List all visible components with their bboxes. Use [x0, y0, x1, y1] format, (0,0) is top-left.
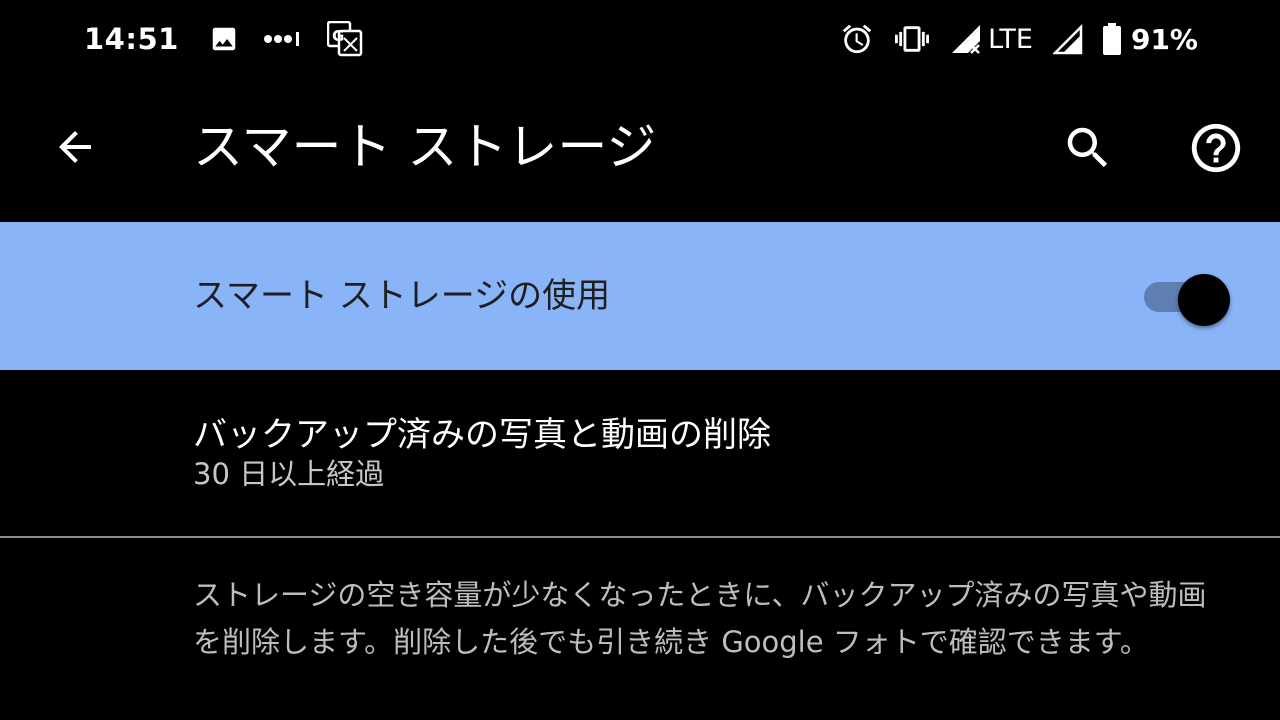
switch-thumb	[1178, 274, 1230, 326]
toggle-label: スマート ストレージの使用	[193, 276, 611, 316]
signal-no-data-icon	[950, 23, 984, 55]
search-icon	[1061, 121, 1115, 179]
status-bar: 14:51 G LTE 91%	[0, 0, 1280, 78]
status-left: 14:51 G	[84, 21, 387, 57]
page-title: スマート ストレージ	[193, 118, 657, 176]
app-bar: スマート ストレージ	[0, 78, 1280, 220]
battery-percent: 91%	[1130, 22, 1198, 56]
back-button[interactable]	[46, 120, 104, 178]
smart-storage-switch[interactable]	[1144, 274, 1232, 326]
smart-storage-screen: 14:51 G LTE 91% スマート ストレージ スマート ストレージの使用…	[0, 0, 1280, 720]
divider	[0, 536, 1280, 538]
more-dots-icon	[263, 24, 303, 54]
image-icon	[209, 24, 239, 54]
help-icon	[1187, 119, 1245, 181]
delete-backed-up-setting[interactable]: バックアップ済みの写真と動画の削除 30 日以上経過	[0, 372, 1280, 536]
help-button[interactable]	[1186, 120, 1246, 180]
signal-icon	[1052, 23, 1083, 55]
status-right: LTE 91%	[840, 22, 1198, 56]
network-type: LTE	[988, 23, 1033, 55]
smart-storage-toggle-row[interactable]: スマート ストレージの使用	[0, 222, 1280, 370]
setting-title: バックアップ済みの写真と動画の削除	[193, 415, 771, 455]
search-button[interactable]	[1058, 120, 1118, 180]
footer-description: ストレージの空き容量が少なくなったときに、バックアップ済みの写真や動画を削除しま…	[193, 578, 1207, 659]
arrow-back-icon	[51, 123, 99, 175]
svg-text:G: G	[332, 27, 344, 45]
translate-icon: G	[326, 21, 363, 57]
alarm-icon	[840, 22, 874, 56]
battery-icon	[1102, 23, 1121, 55]
vibrate-icon	[894, 22, 930, 56]
setting-summary: 30 日以上経過	[193, 457, 385, 491]
status-clock: 14:51	[84, 22, 179, 56]
